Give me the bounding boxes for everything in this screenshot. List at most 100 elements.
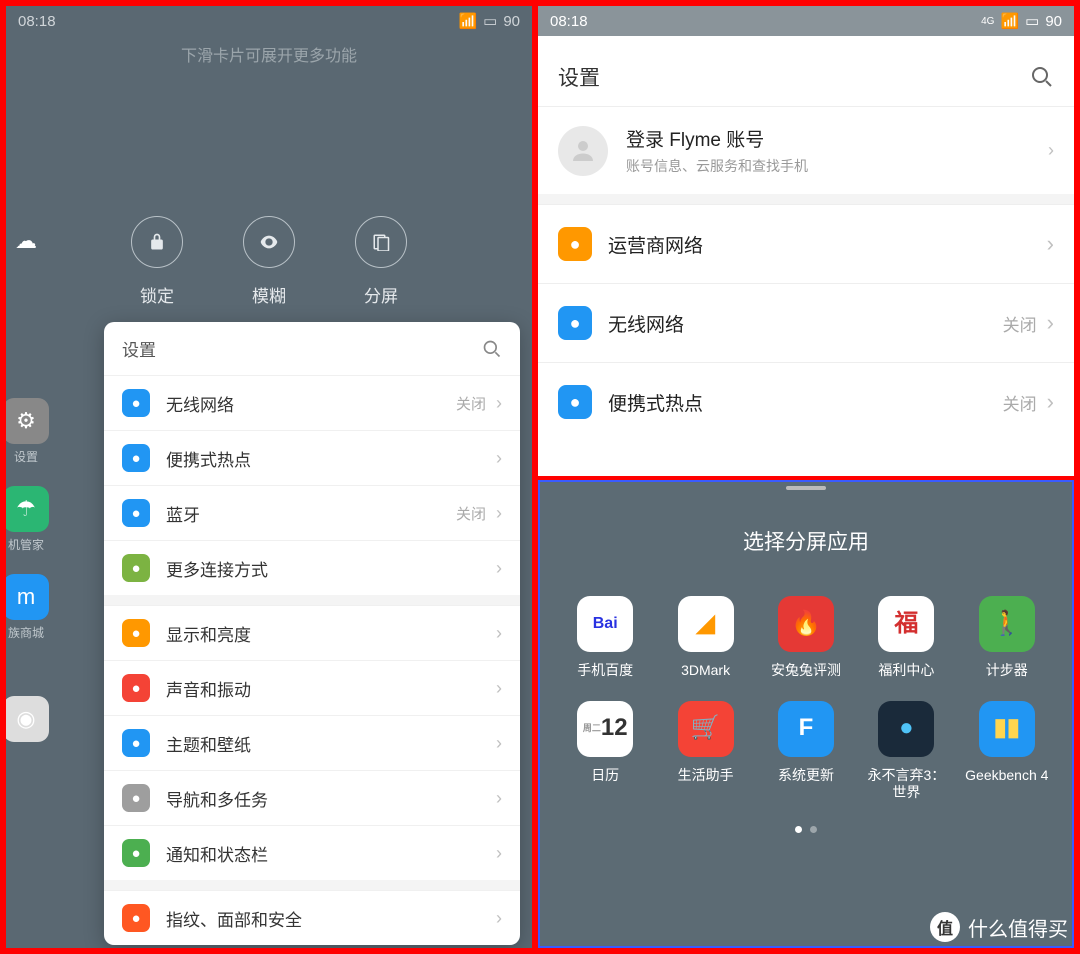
split-app[interactable]: Bai手机百度: [560, 596, 650, 679]
account-title: 登录 Flyme 账号: [626, 125, 1038, 152]
split-app[interactable]: 周二12日历: [560, 701, 650, 801]
settings-row[interactable]: ●主题和壁纸›: [104, 715, 520, 770]
row-label: 声音和振动: [166, 676, 251, 701]
chevron-right-icon: ›: [1047, 231, 1054, 257]
chevron-right-icon: ›: [496, 448, 502, 469]
app-icon: ▮▮: [979, 701, 1035, 757]
time: 08:18: [18, 13, 56, 30]
carrier-icon: ●: [558, 227, 592, 261]
divider: [104, 595, 520, 605]
wifi-icon: ●: [122, 389, 150, 417]
drag-handle[interactable]: [786, 486, 826, 490]
app-icon: ●: [878, 701, 934, 757]
watermark-text: 什么值得买: [968, 913, 1068, 942]
settings-row[interactable]: ●无线网络关闭›: [104, 375, 520, 430]
settings-row[interactable]: ●更多连接方式›: [104, 540, 520, 595]
recent-actions: 锁定 模糊 分屏: [6, 216, 532, 307]
split-app[interactable]: 福福利中心: [861, 596, 951, 679]
time: 08:18: [550, 13, 588, 30]
account-row[interactable]: 登录 Flyme 账号 账号信息、云服务和查找手机 ›: [538, 106, 1074, 194]
battery: 90: [1045, 13, 1062, 30]
app-label: 日历: [591, 767, 619, 784]
battery-icon: ▭: [483, 12, 497, 30]
hotspot-icon: ●: [122, 444, 150, 472]
side-app[interactable]: ☁: [6, 218, 56, 268]
settings-row[interactable]: ●导航和多任务›: [104, 770, 520, 825]
settings-row[interactable]: ●便携式热点关闭›: [538, 362, 1074, 441]
page-dot[interactable]: [810, 826, 817, 833]
row-label: 无线网络: [608, 310, 684, 337]
signal-icon: 📶: [1000, 12, 1019, 30]
split-app[interactable]: ▮▮ Geekbench 4: [962, 701, 1052, 801]
settings-row[interactable]: ●通知和状态栏›: [104, 825, 520, 880]
wifi-icon: ●: [558, 306, 592, 340]
app-label: 手机百度: [577, 662, 633, 679]
row-label: 运营商网络: [608, 231, 703, 258]
app-icon: ◢: [678, 596, 734, 652]
action-split[interactable]: 分屏: [355, 216, 407, 307]
app-grid: Bai手机百度◢3DMark🔥安兔兔评测福福利中心🚶计步器周二12日历🛒生活助手…: [540, 596, 1072, 800]
row-value: 关闭: [456, 393, 486, 414]
action-label: 锁定: [140, 282, 174, 307]
split-app[interactable]: 🔥 安兔兔评测: [761, 596, 851, 679]
split-app[interactable]: 🛒生活助手: [660, 701, 750, 801]
side-app[interactable]: ☂机管家: [6, 486, 56, 553]
split-app[interactable]: F系统更新: [761, 701, 851, 801]
watermark: 值 什么值得买: [930, 912, 1068, 942]
hotspot-icon: ●: [558, 385, 592, 419]
link-icon: ●: [122, 554, 150, 582]
row-value: 关闭: [1003, 390, 1037, 415]
battery: 90: [503, 13, 520, 30]
chevron-right-icon: ›: [496, 558, 502, 579]
divider: [538, 194, 1074, 204]
signal-icon: 📶: [458, 12, 477, 30]
chevron-right-icon: ›: [496, 788, 502, 809]
row-label: 通知和状态栏: [166, 841, 268, 866]
lock-icon: [147, 232, 167, 252]
settings-row[interactable]: ●声音和振动›: [104, 660, 520, 715]
app-icon: 🚶: [979, 596, 1035, 652]
app-label: 福利中心: [878, 662, 934, 679]
row-label: 蓝牙: [166, 501, 200, 526]
row-value: 关闭: [456, 503, 486, 524]
eye-icon: [258, 231, 280, 253]
bluetooth-icon: ●: [122, 499, 150, 527]
card-header: 设置: [104, 322, 520, 375]
action-label: 分屏: [364, 282, 398, 307]
settings-row[interactable]: ● 运营商网络 ›: [538, 204, 1074, 283]
app-label: 系统更新: [778, 767, 834, 784]
split-app[interactable]: ●永不言弃3：世界: [861, 701, 951, 801]
settings-row[interactable]: ●显示和亮度›: [104, 605, 520, 660]
split-app[interactable]: 🚶计步器: [962, 596, 1052, 679]
row-label: 便携式热点: [166, 446, 251, 471]
settings-row[interactable]: ●无线网络关闭›: [538, 283, 1074, 362]
settings-row[interactable]: ●指纹、面部和安全›: [104, 890, 520, 945]
side-app[interactable]: ◉: [6, 696, 56, 746]
app-label: Geekbench 4: [965, 767, 1048, 784]
action-blur[interactable]: 模糊: [243, 216, 295, 307]
umbrella-icon: ☂: [6, 486, 49, 532]
split-app[interactable]: ◢3DMark: [660, 596, 750, 679]
nav-icon: ●: [122, 784, 150, 812]
search-icon[interactable]: [482, 339, 502, 359]
left-screenshot: 08:18 📶 ▭ 90 下滑卡片可展开更多功能 锁定 模糊 分屏 ☁⚙设置☂机…: [6, 6, 532, 948]
settings-title: 设置: [558, 62, 600, 92]
theme-icon: ●: [122, 729, 150, 757]
app-icon: 🔥: [778, 596, 834, 652]
search-icon[interactable]: [1030, 65, 1054, 89]
side-app[interactable]: ⚙设置: [6, 398, 56, 465]
page-dot[interactable]: [795, 826, 802, 833]
side-app[interactable]: m族商城: [6, 574, 56, 641]
app-label: 安兔兔评测: [771, 662, 841, 679]
statusbar-right: 08:18 4G 📶 ▭ 90: [538, 6, 1074, 36]
settings-row[interactable]: ●蓝牙关闭›: [104, 485, 520, 540]
row-label: 无线网络: [166, 391, 234, 416]
battery-icon: ▭: [1025, 12, 1039, 30]
action-lock[interactable]: 锁定: [131, 216, 183, 307]
app-icon: 福: [878, 596, 934, 652]
row-label: 指纹、面部和安全: [166, 906, 302, 931]
circle-icon: ◉: [6, 696, 49, 742]
recent-card-settings[interactable]: 设置 ●无线网络关闭›●便携式热点›●蓝牙关闭›●更多连接方式›●显示和亮度›●…: [104, 322, 520, 945]
chevron-right-icon: ›: [496, 733, 502, 754]
settings-row[interactable]: ● 便携式热点 ›: [104, 430, 520, 485]
